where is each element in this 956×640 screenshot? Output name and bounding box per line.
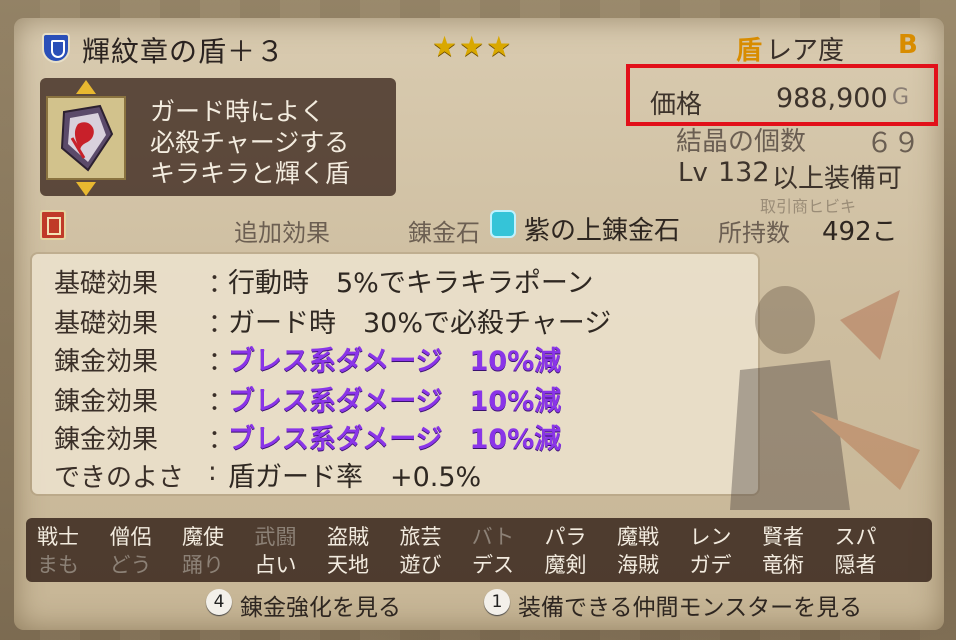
extra-effects-label: 追加効果 [234,219,330,247]
effect-text: 行動時 5%でキラキラポーン [228,268,594,299]
alchemy-effect-text: ブレス系ダメージ 10%減 [228,386,562,417]
owned-label: 所持数 [718,219,790,247]
job-bottom-6: デス [472,553,514,577]
shield-icon [42,33,70,63]
owned-value: 492こ [822,217,898,247]
effect-text: ガード時 30%で必殺チャージ [228,308,612,339]
job-top-1: 僧侶 [109,525,152,549]
item-image-frame [46,96,126,180]
view-alchemy-button[interactable]: 錬金強化を見る [240,588,401,622]
arrow-down-icon[interactable] [76,182,96,196]
job-top-7: パラ [544,525,587,549]
effect-label: できのよさ [54,463,185,493]
job-bottom-0: まも [37,553,79,577]
rarity-grade: B [898,30,918,60]
merchant-portrait [730,286,920,510]
job-top-8: 魔戦 [617,525,659,549]
button-1-icon[interactable]: 1 [484,589,510,615]
job-bottom-8: 海賊 [617,553,659,577]
job-bottom-11: 隠者 [834,553,877,577]
crystal-label: 結晶の個数 [676,127,807,157]
job-top-4: 盗賊 [327,525,369,549]
effect-label: 錬金効果 [54,347,159,377]
job-bottom-10: 竜術 [762,553,804,577]
quality-text: 盾ガード率 +0.5% [228,462,482,493]
equipment-type: 盾 [736,36,763,66]
description-line-3: キラキラと輝く盾 [150,159,351,188]
job-top-10: 賢者 [762,525,804,549]
effect-label: 錬金効果 [54,387,159,417]
job-top-6: バト [471,525,515,549]
button-4-icon[interactable]: 4 [206,589,232,615]
price-label: 価格 [650,90,703,120]
job-bottom-3: 占い [254,553,297,577]
level-value: 132 [718,157,770,188]
job-bottom-9: ガデ [689,553,732,577]
job-top-2: 魔使 [182,525,224,549]
job-bottom-5: 遊び [399,553,442,577]
level-suffix: 以上装備可 [772,164,903,194]
book-icon[interactable] [40,210,66,240]
price-value: 988,900 [776,83,888,114]
crystal-value: ６９ [866,128,920,159]
job-top-3: 武闘 [254,525,297,549]
rarity-stars: ★★★ [432,30,514,63]
price-unit: G [892,85,910,110]
effect-label: 基礎効果 [54,269,159,299]
effect-label: 基礎効果 [54,309,159,339]
job-top-9: レン [689,525,732,549]
alchemy-effect-text: ブレス系ダメージ 10%減 [228,424,562,455]
job-bottom-7: 魔剣 [544,553,587,577]
job-bottom-4: 天地 [327,553,369,577]
stone-label: 錬金石 [408,219,480,247]
job-top-0: 戦士 [37,525,79,549]
alchemy-effect-text: ブレス系ダメージ 10%減 [228,346,562,377]
rarity-label: レア度 [766,36,845,66]
view-monsters-button[interactable]: 装備できる仲間モンスターを見る [518,588,862,622]
gem-icon [490,210,516,238]
job-bottom-2: 踊り [182,553,224,577]
job-bottom-1: どう [109,553,152,577]
stone-name: 紫の上錬金石 [524,216,681,246]
job-top-5: 旅芸 [399,525,442,549]
effect-colon: : [208,457,217,487]
shield-item-icon [60,104,114,172]
item-name: 輝紋章の盾＋３ [82,35,286,68]
level-prefix: Lv [678,158,708,188]
effect-label: 錬金効果 [54,425,159,455]
job-top-11: スパ [834,525,877,549]
arrow-up-icon[interactable] [76,80,96,94]
